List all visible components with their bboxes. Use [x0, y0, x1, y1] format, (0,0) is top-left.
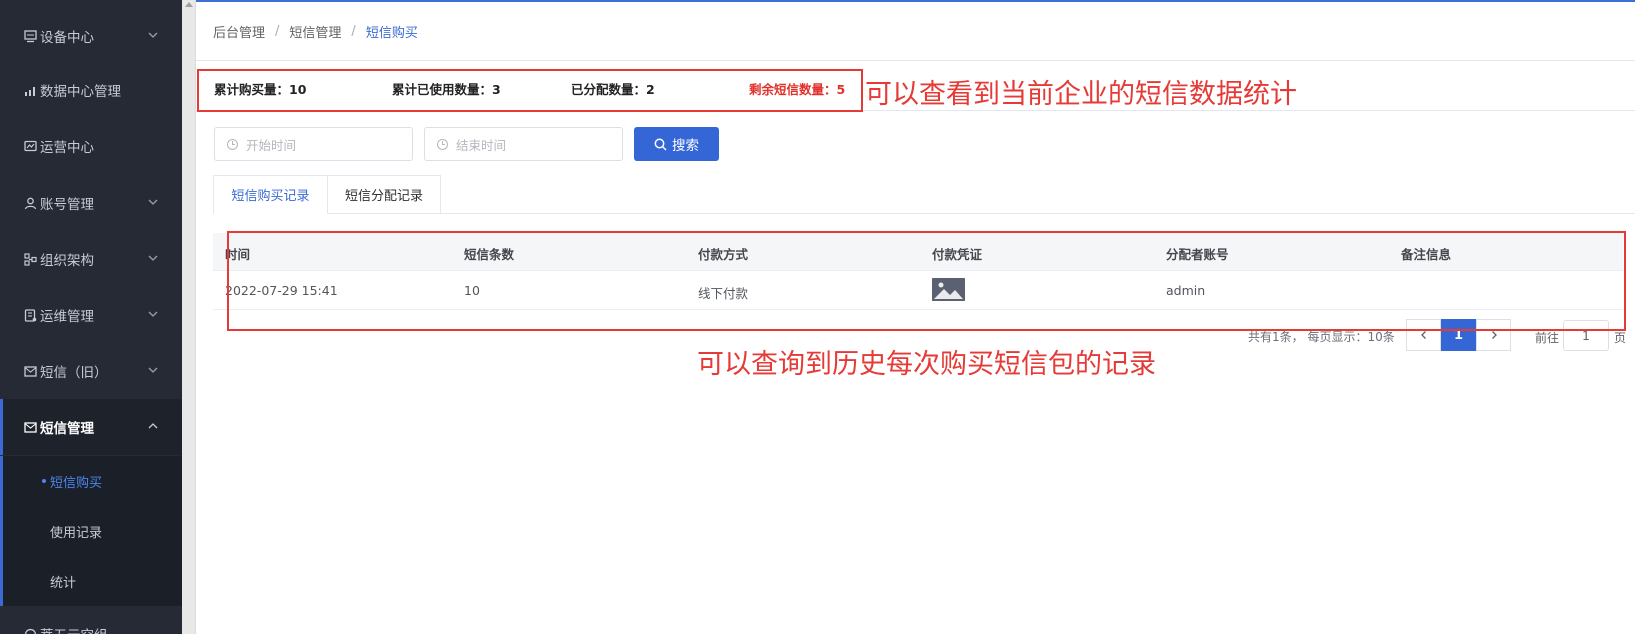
end-date-placeholder: 结束时间 [456, 137, 507, 153]
sidebar-item-label: 运维管理 [40, 309, 94, 325]
sidebar-item-label: 数据中心管理 [40, 84, 121, 100]
breadcrumb: 后台管理 / 短信管理 / 短信购买 [213, 22, 418, 41]
sidebar-item-sms-old[interactable]: 短信（旧） [0, 343, 182, 399]
sidebar-item-label: 短信管理 [40, 421, 94, 437]
sidebar-item-account[interactable]: 账号管理 [0, 175, 182, 231]
monitor-icon [22, 138, 38, 154]
sidebar-item-device-center[interactable]: 设备中心 [0, 8, 182, 64]
start-date-placeholder: 开始时间 [246, 137, 297, 153]
sms-submenu: 短信购买 使用记录 统计 [0, 456, 182, 606]
sidebar-item-label: 组织架构 [40, 253, 94, 269]
org-icon [22, 251, 38, 267]
annotation-box-table [227, 231, 1626, 331]
sidebar-scrollbar[interactable] [182, 0, 196, 634]
sidebar-item-label: 运营中心 [40, 140, 94, 156]
goto-label: 前往 [1535, 331, 1560, 345]
sidebar-subitem-statistics[interactable]: 统计 [3, 556, 182, 606]
breadcrumb-current: 短信购买 [365, 26, 418, 41]
mail-icon [22, 363, 38, 379]
sidebar: 设备中心 数据中心管理 运营中心 账号管理 组织架构 运维管理 短信（旧） 短信… [0, 0, 182, 634]
sidebar-subitem-label: 统计 [50, 575, 77, 591]
user-icon [22, 195, 38, 211]
chevron-down-icon [148, 32, 158, 38]
sidebar-item-operations-center[interactable]: 运营中心 [0, 118, 182, 174]
active-dot-icon [42, 479, 46, 483]
breadcrumb-separator: / [275, 24, 280, 39]
breadcrumb-separator: / [351, 24, 356, 39]
sidebar-item-label: 账号管理 [40, 197, 94, 213]
sidebar-item-bottom[interactable]: 蒂五元空组 [0, 606, 182, 634]
device-icon [22, 28, 38, 44]
chart-icon [22, 82, 38, 98]
chevron-down-icon [148, 367, 158, 373]
breadcrumb-item[interactable]: 后台管理 [213, 22, 265, 41]
tab-purchase-records[interactable]: 短信购买记录 [213, 175, 328, 214]
scroll-up-arrow-icon[interactable] [185, 2, 193, 7]
sidebar-item-sms-management[interactable]: 短信管理 [0, 399, 182, 455]
chevron-right-icon [1491, 331, 1497, 339]
sidebar-item-label: 设备中心 [40, 30, 94, 46]
ops-icon [22, 307, 38, 323]
clock-icon [437, 138, 448, 150]
mail-icon [22, 419, 38, 435]
sidebar-item-maintenance[interactable]: 运维管理 [0, 287, 182, 343]
chevron-left-icon [1420, 331, 1426, 339]
chevron-down-icon [148, 255, 158, 261]
chevron-down-icon [148, 199, 158, 205]
sidebar-subitem-label: 使用记录 [50, 525, 103, 541]
sidebar-subitem-usage-records[interactable]: 使用记录 [3, 506, 182, 556]
chevron-down-icon [148, 311, 158, 317]
annotation-stats-note: 可以查看到当前企业的短信数据统计 [865, 79, 1297, 110]
sidebar-item-label: 短信（旧） [40, 365, 108, 381]
sidebar-subitem-sms-purchase[interactable]: 短信购买 [3, 456, 182, 506]
goto-suffix: 页 [1614, 331, 1627, 345]
start-date-input[interactable]: 开始时间 [214, 127, 413, 161]
circle-icon [22, 626, 38, 634]
sidebar-subitem-label: 短信购买 [50, 475, 103, 491]
annotation-table-note: 可以查询到历史每次购买短信包的记录 [697, 349, 1156, 380]
search-button-label: 搜索 [672, 138, 699, 154]
clock-icon [227, 138, 238, 150]
annotation-box-stats [197, 69, 863, 112]
sidebar-item-organization[interactable]: 组织架构 [0, 231, 182, 287]
search-icon [654, 138, 667, 151]
breadcrumb-item[interactable]: 短信管理 [289, 22, 341, 41]
chevron-up-icon [148, 423, 158, 429]
sidebar-item-label: 蒂五元空组 [40, 624, 108, 634]
sidebar-item-data-center[interactable]: 数据中心管理 [0, 62, 182, 118]
search-button[interactable]: 搜索 [634, 127, 719, 161]
divider [196, 60, 1635, 61]
top-accent-line [196, 0, 1635, 2]
tab-allocation-records[interactable]: 短信分配记录 [327, 175, 441, 214]
end-date-input[interactable]: 结束时间 [424, 127, 623, 161]
